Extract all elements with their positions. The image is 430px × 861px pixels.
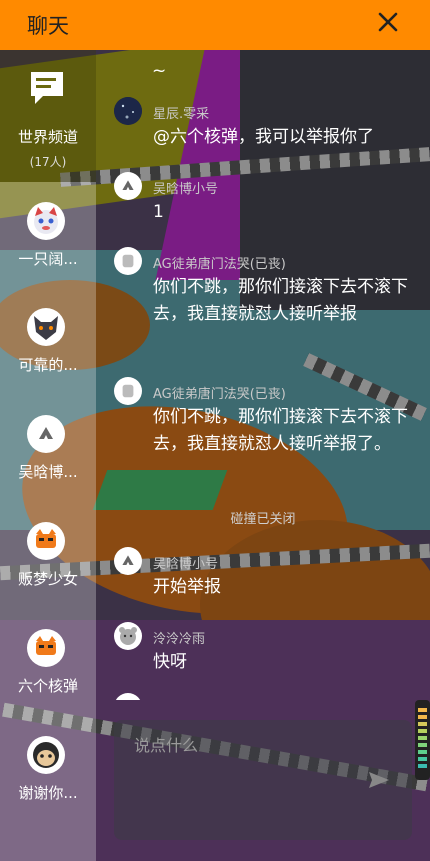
message-text: ~: [152, 61, 167, 81]
message-author: 吴晗博小号: [153, 182, 219, 197]
message-text: 开始举报: [153, 577, 221, 597]
sidebar-user-item[interactable]: 贩梦少女: [0, 522, 96, 612]
fox-avatar-icon: [27, 522, 65, 560]
message-list[interactable]: ~ 星辰.零采 @六个核弹，我可以举报你了 吴晗博小号 1 AG徒弟唐门法哭(已…: [96, 50, 430, 700]
sidebar-user-name: 六个核弹: [17, 677, 78, 695]
cat-avatar-icon: [27, 202, 65, 240]
message-author: 泠泠冷雨: [153, 632, 206, 647]
wolf-avatar-icon: [27, 308, 65, 346]
world-channel-count: (17人): [29, 155, 67, 169]
message-author: 星辰.零采: [153, 107, 210, 122]
channel-sidebar: 世界频道 (17人) 一只阔... 可靠的... 吴晗博... 贩梦少女 六个核…: [0, 50, 96, 861]
chat-header: 聊天: [0, 0, 430, 50]
close-icon[interactable]: [374, 8, 402, 36]
message-text: 快呀: [153, 652, 187, 672]
message-text: 你们不跳，那你们接滚下去不滚下去，我直接就怼人接听举报了。: [153, 407, 408, 454]
sidebar-user-item[interactable]: 谢谢你...: [0, 736, 96, 826]
signal-meter: [415, 700, 430, 780]
message-author: AG徒弟唐门法哭(已丧): [153, 257, 286, 272]
sidebar-user-item[interactable]: 六个核弹: [0, 629, 96, 719]
send-icon[interactable]: [367, 770, 391, 790]
sidebar-user-item[interactable]: 吴晗博...: [0, 415, 96, 505]
sidebar-user-name: 贩梦少女: [17, 570, 78, 588]
message-text: @六个核弹，我可以举报你了: [153, 127, 374, 147]
message-author: AG徒弟唐门法哭(已丧): [153, 387, 286, 402]
dog-avatar-icon: [27, 736, 65, 774]
world-channel-name: 世界频道: [17, 128, 78, 146]
grey-avatar-icon: [114, 377, 142, 405]
header-title: 聊天: [27, 14, 69, 38]
collision-status-notice: 碰撞已关闭: [230, 512, 296, 527]
sidebar-user-item[interactable]: 可靠的...: [0, 308, 96, 398]
bear-avatar-icon: [114, 622, 142, 650]
sidebar-user-name: 可靠的...: [18, 356, 78, 374]
space-avatar-icon: [114, 97, 142, 125]
fox-avatar-icon: [27, 629, 65, 667]
sidebar-user-name: 一只阔...: [18, 250, 78, 268]
default-avatar-icon: [114, 172, 142, 200]
default-avatar-icon: [27, 415, 65, 453]
default-avatar-icon: [114, 547, 142, 575]
world-channel-item[interactable]: 世界频道 (17人): [0, 60, 96, 170]
message-text: 1: [153, 202, 164, 222]
message-text: 你们不跳，那你们接滚下去不滚下去，我直接就怼人接听举报: [153, 277, 408, 324]
grey-avatar-icon: [114, 247, 142, 275]
message-author: 吴晗博小号: [153, 557, 219, 572]
sidebar-user-name: 谢谢你...: [18, 784, 78, 802]
chat-bubble-icon: [31, 72, 63, 104]
sidebar-user-name: 吴晗博...: [18, 463, 78, 481]
sidebar-user-item[interactable]: 一只阔...: [0, 202, 96, 292]
avatar: [114, 693, 142, 700]
